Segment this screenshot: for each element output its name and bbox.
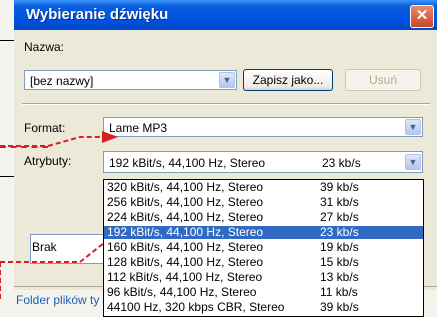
attributes-option-label: 112 kBit/s, 44,100 Hz, Stereo: [107, 270, 263, 284]
attributes-option-rate: 15 kb/s: [320, 255, 359, 269]
callout-arrow: [0, 146, 48, 148]
title-bar[interactable]: Wybieranie dźwięku ✕: [14, 0, 437, 30]
attributes-option-rate: 27 kb/s: [320, 210, 359, 224]
attributes-option[interactable]: 44100 Hz, 320 kbps CBR, Stereo 39 kb/s: [104, 301, 423, 314]
attributes-option-rate: 11 kb/s: [320, 285, 358, 299]
close-icon: ✕: [415, 7, 429, 24]
folder-link[interactable]: Folder plików ty: [16, 293, 99, 307]
attributes-option-label: 128 kBit/s, 44,100 Hz, Stereo: [107, 255, 264, 269]
attributes-option[interactable]: 160 kBit/s, 44,100 Hz, Stereo 19 kb/s: [104, 241, 423, 254]
attributes-option[interactable]: 192 kBit/s, 44,100 Hz, Stereo 23 kb/s: [104, 226, 423, 239]
close-button[interactable]: ✕: [410, 5, 434, 28]
attributes-option[interactable]: 112 kBit/s, 44,100 Hz, Stereo 13 kb/s: [104, 271, 423, 284]
attributes-select[interactable]: 192 kBit/s, 44,100 Hz, Stereo 23 kb/s ▼: [103, 151, 423, 173]
name-label: Nazwa:: [24, 40, 65, 54]
chevron-down-icon[interactable]: ▼: [219, 72, 235, 88]
attributes-dropdown-list[interactable]: 320 kBit/s, 44,100 Hz, Stereo 39 kb/s 256 …: [103, 179, 424, 317]
save-as-button[interactable]: Zapisz jako...: [243, 69, 333, 91]
chevron-down-icon[interactable]: ▼: [405, 154, 421, 170]
background-line: [0, 176, 14, 177]
chevron-down-icon[interactable]: ▼: [405, 119, 421, 135]
attributes-option-label: 320 kBit/s, 44,100 Hz, Stereo: [107, 180, 264, 194]
attributes-option[interactable]: 96 kBit/s, 44,100 Hz, Stereo 11 kb/s: [104, 286, 423, 299]
background-line: [0, 40, 14, 41]
name-select[interactable]: [bez nazwy] ▼: [24, 70, 237, 90]
delete-button[interactable]: Usuń: [345, 69, 421, 91]
attributes-select-value: 192 kBit/s, 44,100 Hz, Stereo: [109, 156, 266, 170]
attributes-option-label: 160 kBit/s, 44,100 Hz, Stereo: [107, 240, 264, 254]
brak-label: Brak: [32, 240, 57, 254]
format-select-value: Lame MP3: [109, 121, 168, 135]
attributes-select-rate: 23 kb/s: [322, 156, 361, 170]
attributes-option-label: 224 kBit/s, 44,100 Hz, Stereo: [107, 210, 264, 224]
attributes-option-label: 44100 Hz, 320 kbps CBR, Stereo: [107, 300, 285, 314]
attributes-option[interactable]: 128 kBit/s, 44,100 Hz, Stereo 15 kb/s: [104, 256, 423, 269]
attributes-option-rate: 39 kb/s: [320, 180, 359, 194]
divider: [22, 104, 430, 105]
attributes-option-label: 256 kBit/s, 44,100 Hz, Stereo: [107, 195, 264, 209]
attributes-option-rate: 23 kb/s: [320, 225, 359, 239]
format-select[interactable]: Lame MP3 ▼: [103, 117, 423, 137]
name-select-value: [bez nazwy]: [30, 74, 94, 88]
attributes-option-label: 192 kBit/s, 44,100 Hz, Stereo: [107, 225, 264, 239]
dialog-title: Wybieranie dźwięku: [26, 6, 169, 23]
format-label: Format:: [24, 121, 66, 135]
attributes-option-rate: 19 kb/s: [320, 240, 359, 254]
attributes-option-label: 96 kBit/s, 44,100 Hz, Stereo: [107, 285, 257, 299]
attributes-label: Atrybuty:: [24, 154, 72, 168]
attributes-option-rate: 31 kb/s: [320, 195, 359, 209]
attributes-option[interactable]: 320 kBit/s, 44,100 Hz, Stereo 39 kb/s: [104, 181, 423, 194]
attributes-option[interactable]: 256 kBit/s, 44,100 Hz, Stereo 31 kb/s: [104, 196, 423, 209]
attributes-option[interactable]: 224 kBit/s, 44,100 Hz, Stereo 27 kb/s: [104, 211, 423, 224]
attributes-option-rate: 13 kb/s: [320, 270, 359, 284]
attributes-option-rate: 39 kb/s: [320, 300, 359, 314]
